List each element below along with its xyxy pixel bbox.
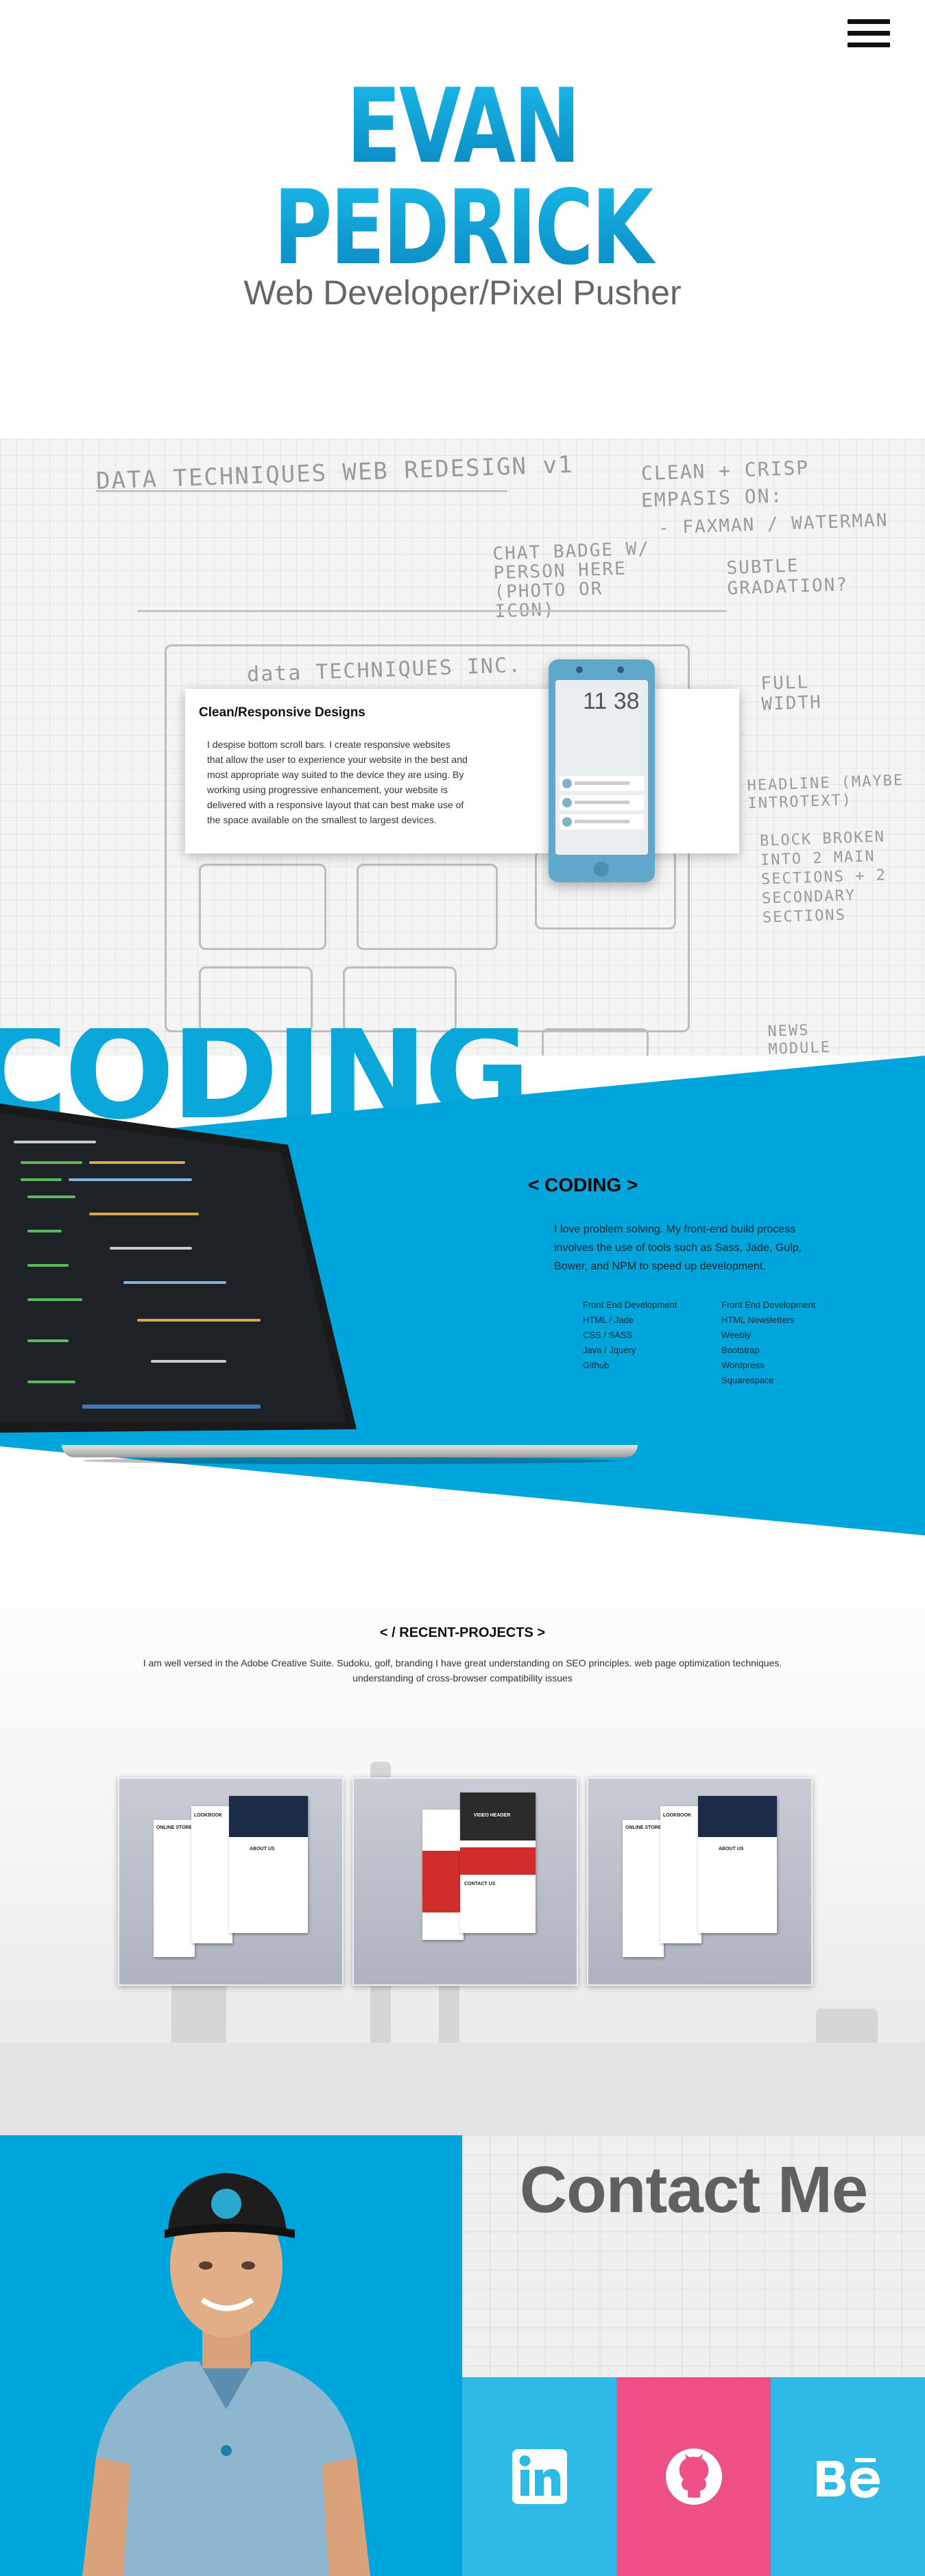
- sketch-note: DATA TECHNIQUES WEB REDESIGN v1: [95, 450, 575, 496]
- profile-photo: [82, 2173, 370, 2576]
- skill-item: Wordpress: [721, 1360, 765, 1370]
- linkedin-icon: [512, 2449, 567, 2504]
- phone-time: 11 38: [583, 688, 640, 714]
- sketch-note: CHAT BADGE W/ PERSON HERE (PHOTO OR ICON…: [492, 538, 651, 622]
- laptop-mockup: [0, 1104, 638, 1474]
- card-body: I despise bottom scroll bars. I create r…: [207, 739, 468, 825]
- skills-list-right: Front End Development HTML Newsletters W…: [721, 1298, 815, 1388]
- sketch-note: EMPASIS ON:: [640, 484, 784, 512]
- project-thumbnail[interactable]: VIDEO HEADER CONTACT US: [352, 1777, 578, 1986]
- skill-item: HTML / Jade: [583, 1315, 634, 1325]
- projects-title: < / RECENT-PROJECTS >: [379, 1625, 546, 1640]
- laptop-screen: [0, 1113, 346, 1422]
- laptop-shadow: [82, 1457, 617, 1464]
- phone-home-button: [594, 862, 609, 877]
- skill-item: Front End Development: [583, 1300, 677, 1310]
- github-icon: [665, 2449, 722, 2505]
- phone-screen: 11 38: [555, 680, 648, 855]
- contact-title: Contact Me: [519, 2153, 868, 2226]
- hero-last-name: PEDRICK: [101, 177, 823, 280]
- skill-item: Bootstrap: [721, 1345, 760, 1355]
- hamburger-icon[interactable]: [848, 19, 890, 48]
- sketch-note: CLEAN + CRISP: [640, 456, 810, 485]
- project-thumbnail[interactable]: ONLINE STORE LOOKBOOK ABOUT US: [118, 1777, 344, 1986]
- hero-first-name: EVAN: [101, 75, 823, 178]
- phone-camera: [576, 666, 583, 673]
- skill-item: CSS / SASS: [583, 1330, 633, 1340]
- coding-title: < CODING >: [528, 1174, 638, 1195]
- coding-description: I love problem solving. My front-end bui…: [554, 1224, 802, 1272]
- responsive-design-card: Clean/Responsive Designs I despise botto…: [185, 689, 739, 853]
- phone-notification: [560, 776, 644, 791]
- skill-item: Github: [583, 1360, 610, 1370]
- skill-item: Weebly: [721, 1330, 752, 1340]
- linkedin-button[interactable]: [462, 2377, 616, 2576]
- phone-camera: [617, 666, 624, 673]
- sketch-note: BLOCK BROKEN INTO 2 MAIN SECTIONS + 2 SE…: [759, 828, 887, 927]
- github-button[interactable]: [616, 2377, 771, 2576]
- projects-description: I am well versed in the Adobe Creative S…: [143, 1657, 782, 1684]
- menu-bar: [848, 42, 890, 47]
- skill-item: Front End Development: [721, 1300, 816, 1310]
- skills-list-left: Front End Development HTML / Jade CSS / …: [583, 1298, 677, 1373]
- phone-notification: [560, 795, 644, 810]
- skill-item: Java / Jquery: [583, 1345, 636, 1355]
- project-thumbnail[interactable]: ONLINE STORE LOOKBOOK ABOUT US: [587, 1777, 813, 1986]
- sketch-note: SUBTLE GRADATION?: [726, 555, 849, 600]
- menu-bar: [848, 19, 890, 24]
- sketch-note: FULL WIDTH: [760, 672, 823, 715]
- hero-subtitle: Web Developer/Pixel Pusher: [243, 274, 682, 312]
- laptop-base: [62, 1445, 638, 1457]
- skill-item: HTML Newsletters: [721, 1315, 795, 1325]
- behance-icon: [816, 2458, 880, 2498]
- sketch-note: - FAXMAN / WATERMAN: [658, 510, 889, 539]
- sketch-note: HEADLINE (MAYBE INTROTEXT): [747, 772, 904, 813]
- phone-mockup: 11 38: [549, 659, 655, 882]
- contact-photo-panel: [0, 2135, 462, 2576]
- menu-bar: [848, 31, 890, 36]
- skill-item: Squarespace: [721, 1375, 774, 1385]
- behance-button[interactable]: [771, 2377, 925, 2576]
- card-title: Clean/Responsive Designs: [199, 705, 365, 720]
- phone-notification: [560, 814, 644, 829]
